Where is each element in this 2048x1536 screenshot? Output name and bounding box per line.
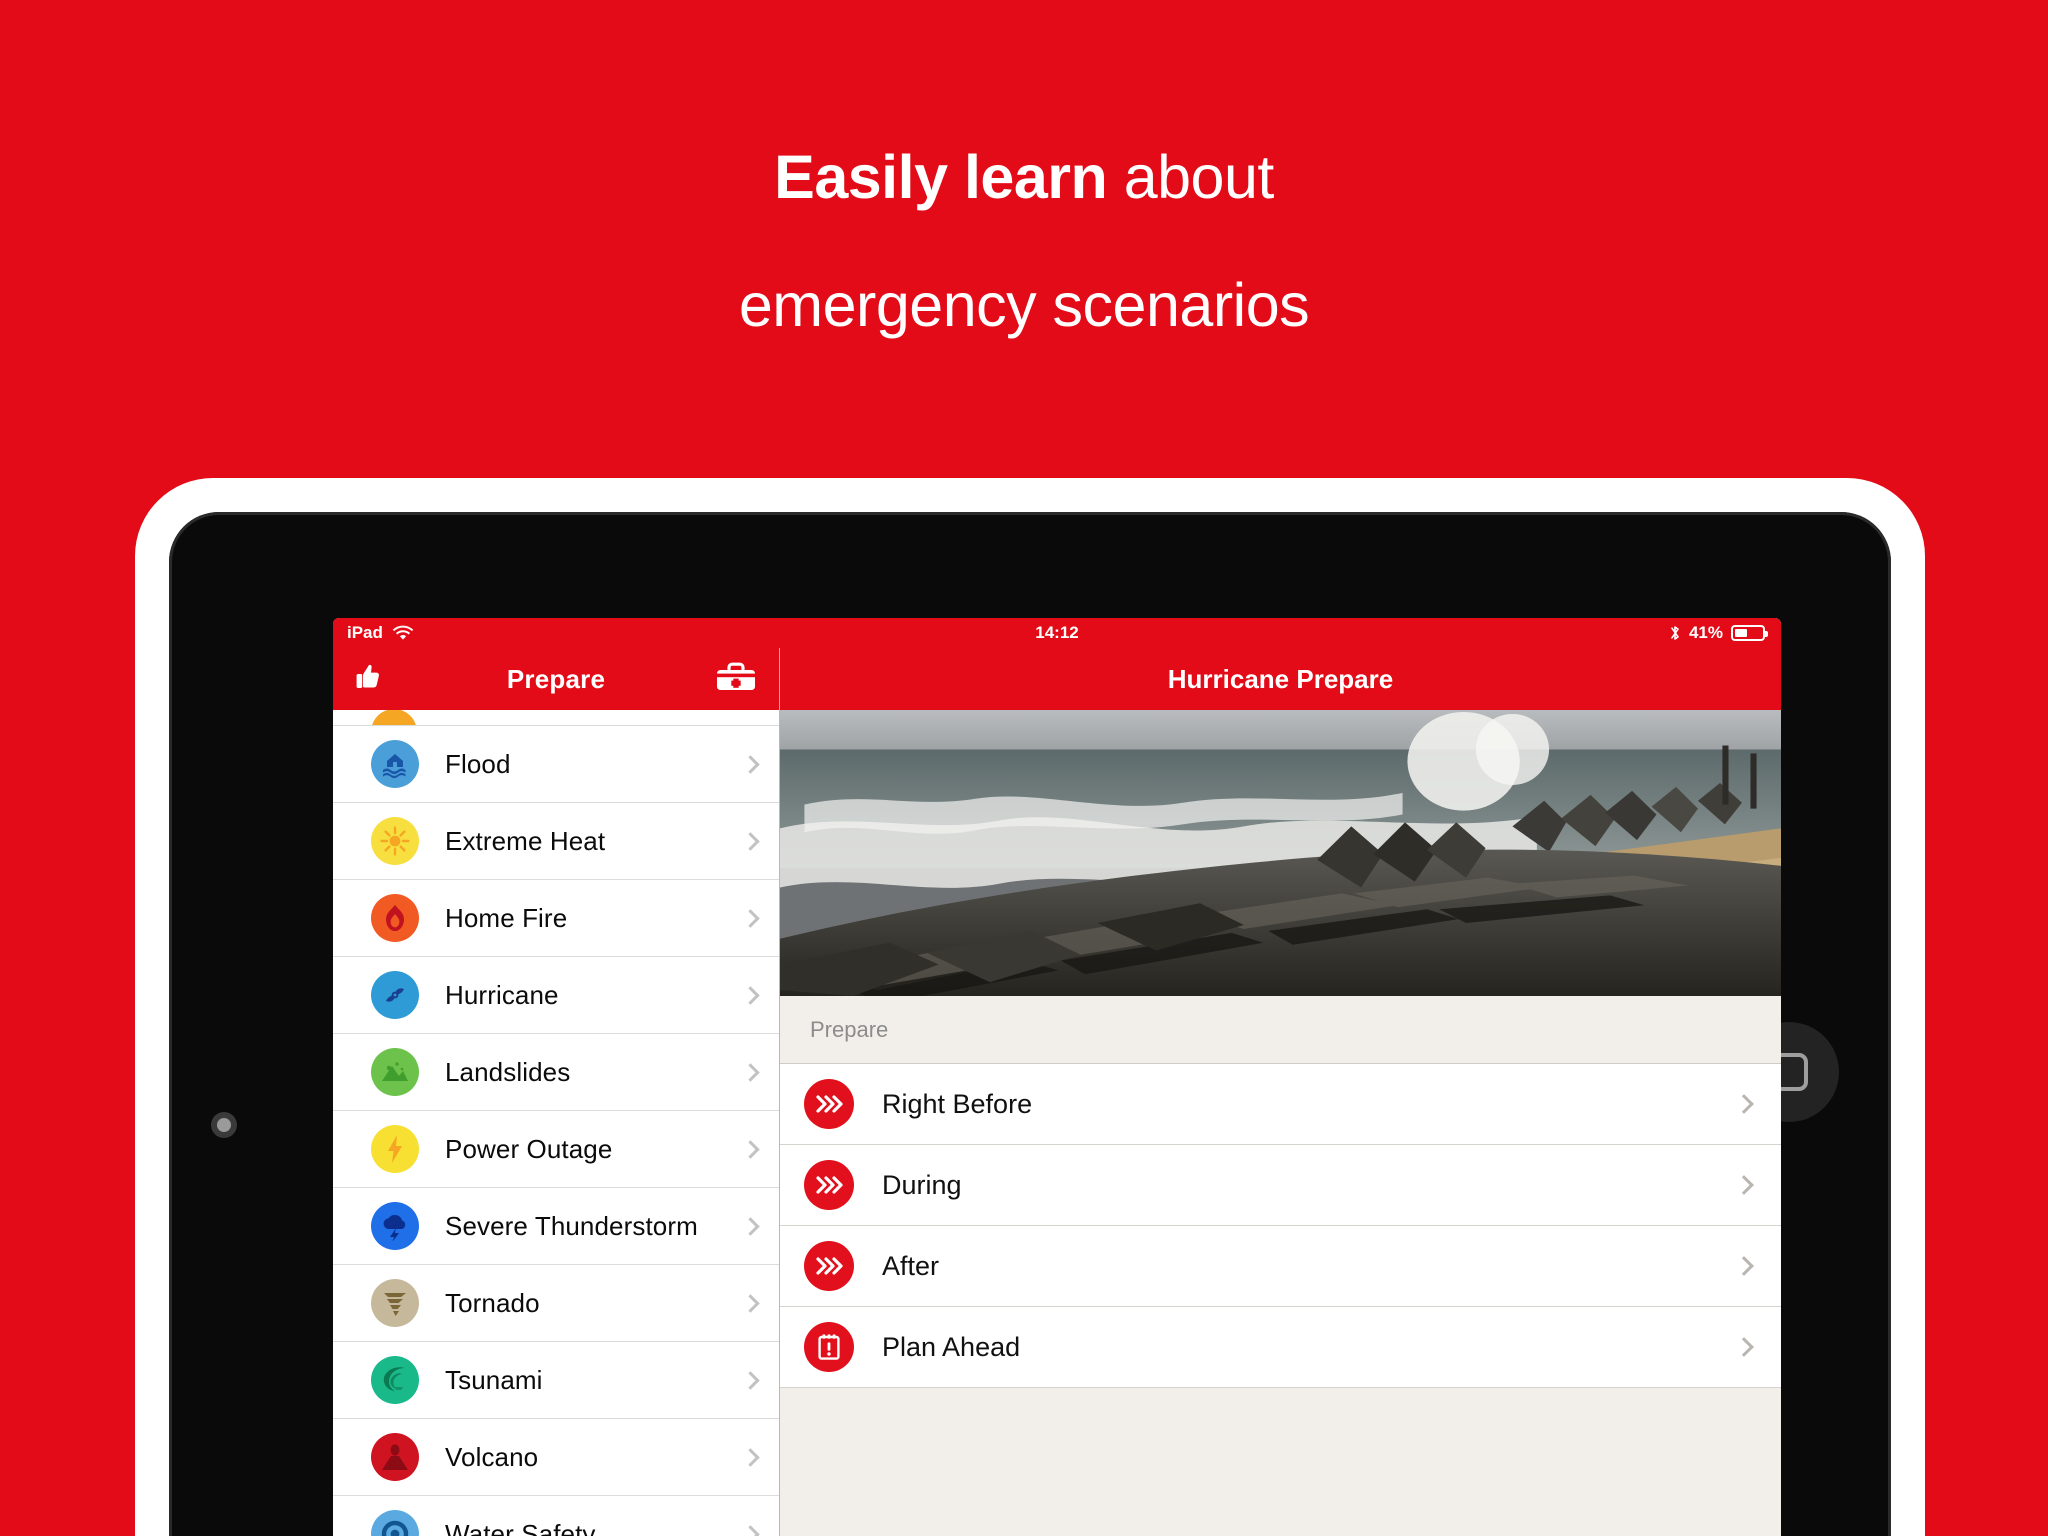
hero-image (780, 710, 1781, 996)
hurricane-icon (371, 971, 419, 1019)
chevron-right-icon (741, 1216, 760, 1236)
lightning-bolt-icon (371, 1125, 419, 1173)
landslide-icon (371, 1048, 419, 1096)
chevrons-icon (804, 1241, 854, 1291)
sidebar-item-label: Water Safety (445, 1518, 596, 1536)
sidebar-item-tsunami[interactable]: Tsunami (333, 1342, 779, 1419)
detail-empty-area (780, 1388, 1781, 1536)
sidebar-item-label: Extreme Heat (445, 825, 606, 856)
chevron-right-icon (741, 1139, 760, 1159)
volcano-icon (371, 1433, 419, 1481)
chevron-right-icon (1734, 1094, 1754, 1114)
detail-section-header: Prepare (780, 996, 1781, 1064)
battery-icon (1731, 625, 1768, 641)
sidebar-item-extreme-heat[interactable]: Extreme Heat (333, 803, 779, 880)
headline-line-1: Easily learn about (0, 140, 2048, 214)
hazard-list[interactable]: Flood Extreme Heat Home Fire Hurricane L… (333, 710, 779, 1536)
marketing-headline: Easily learn about emergency scenarios (0, 0, 2048, 343)
chevron-right-icon (1734, 1256, 1754, 1276)
chevrons-icon (804, 1079, 854, 1129)
sidebar-item-hurricane[interactable]: Hurricane (333, 957, 779, 1034)
detail-row-list[interactable]: Right Before During After Plan Ahead (780, 1064, 1781, 1388)
headline-regular-text: about (1107, 143, 1275, 211)
sidebar-item-label: Volcano (445, 1441, 539, 1472)
headline-line-2: emergency scenarios (738, 271, 1310, 340)
sidebar-title: Prepare (506, 663, 606, 694)
detail-pane: Hurricane Prepare Prepare Right Before D… (780, 648, 1781, 1536)
partial-hazard-icon (371, 710, 417, 725)
tsunami-wave-icon (371, 1356, 419, 1404)
sidebar-item-label: Tsunami (445, 1364, 543, 1395)
sidebar-navigation-bar: Prepare (333, 648, 779, 710)
sidebar-item-flood[interactable]: Flood (333, 726, 779, 803)
sun-icon (371, 817, 419, 865)
hero-illustration (780, 710, 1781, 996)
sidebar-item-volcano[interactable]: Volcano (333, 1419, 779, 1496)
sidebar-item-power-outage[interactable]: Power Outage (333, 1111, 779, 1188)
detail-row-label: During (882, 1169, 962, 1200)
water-safety-icon (371, 1510, 419, 1536)
ipad-device-frame: iPad 14:12 41% Prepare Flood Extreme Hea… (135, 478, 1925, 1536)
clipboard-alert-icon (804, 1322, 854, 1372)
headline-bold-text: Easily learn (774, 143, 1108, 211)
ipad-screen: iPad 14:12 41% Prepare Flood Extreme Hea… (333, 618, 1781, 1536)
sidebar-item-label: Severe Thunderstorm (445, 1210, 698, 1241)
first-aid-kit-icon[interactable] (715, 661, 757, 698)
chevron-right-icon (741, 1447, 760, 1467)
thumbs-up-icon[interactable] (355, 662, 381, 697)
sidebar-item-label: Tornado (445, 1287, 540, 1318)
device-bezel: iPad 14:12 41% Prepare Flood Extreme Hea… (169, 512, 1891, 1536)
sidebar-item-label: Home Fire (445, 902, 568, 933)
chevron-right-icon (741, 1524, 760, 1536)
chevron-right-icon (741, 985, 760, 1005)
chevron-right-icon (741, 1370, 760, 1390)
chevron-right-icon (1734, 1337, 1754, 1357)
detail-navigation-bar: Hurricane Prepare (780, 648, 1781, 710)
detail-row-label: Right Before (882, 1088, 1033, 1119)
battery-percent-label: 41% (1688, 623, 1723, 642)
chevron-right-icon (741, 831, 760, 851)
bluetooth-icon (1671, 626, 1679, 640)
detail-title: Hurricane Prepare (1167, 663, 1394, 694)
detail-row-label: Plan Ahead (882, 1331, 1021, 1362)
sidebar-item-label: Flood (445, 748, 511, 779)
detail-row-right-before[interactable]: Right Before (780, 1064, 1781, 1145)
detail-row-after[interactable]: After (780, 1226, 1781, 1307)
sidebar-master-pane: Prepare Flood Extreme Heat Home Fire Hur… (333, 648, 780, 1536)
sidebar-item-landslides[interactable]: Landslides (333, 1034, 779, 1111)
status-bar-time: 14:12 (1035, 623, 1079, 642)
sidebar-item-label: Hurricane (445, 979, 559, 1010)
chevron-right-icon (741, 908, 760, 928)
flame-icon (371, 894, 419, 942)
status-bar-right: 41% (1669, 623, 1781, 643)
app-body: Prepare Flood Extreme Heat Home Fire Hur… (333, 648, 1781, 1536)
sidebar-item-water-safety[interactable]: Water Safety (333, 1496, 779, 1536)
sidebar-item-label: Landslides (445, 1056, 571, 1087)
status-bar: iPad 14:12 41% (333, 618, 1781, 648)
list-row-partial[interactable] (333, 710, 779, 726)
chevron-right-icon (741, 1062, 760, 1082)
sidebar-item-severe-thunderstorm[interactable]: Severe Thunderstorm (333, 1188, 779, 1265)
detail-row-during[interactable]: During (780, 1145, 1781, 1226)
thunderstorm-icon (371, 1202, 419, 1250)
flood-icon (371, 740, 419, 788)
sidebar-item-home-fire[interactable]: Home Fire (333, 880, 779, 957)
front-camera-icon (211, 1112, 237, 1138)
chevron-right-icon (741, 754, 760, 774)
sidebar-item-tornado[interactable]: Tornado (333, 1265, 779, 1342)
detail-row-plan-ahead[interactable]: Plan Ahead (780, 1307, 1781, 1388)
chevron-right-icon (1734, 1175, 1754, 1195)
detail-row-label: After (882, 1250, 940, 1281)
chevron-right-icon (741, 1293, 760, 1313)
tornado-icon (371, 1279, 419, 1327)
sidebar-item-label: Power Outage (445, 1133, 613, 1164)
chevrons-icon (804, 1160, 854, 1210)
